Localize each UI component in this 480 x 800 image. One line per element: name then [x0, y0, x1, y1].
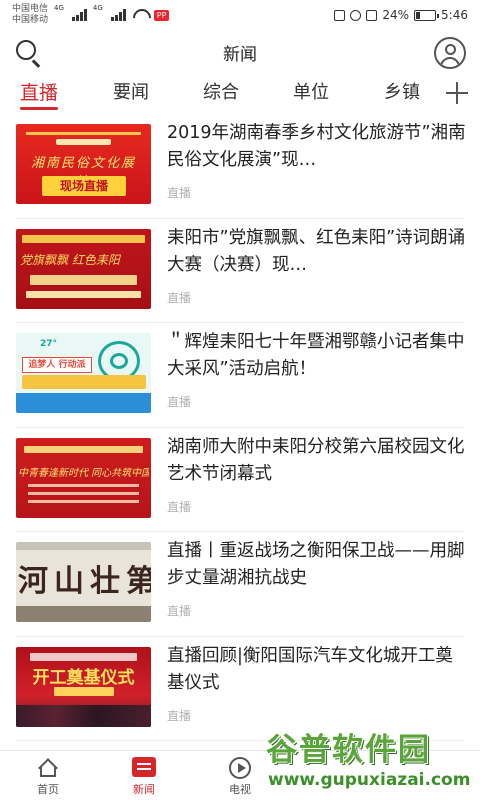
news-icon	[132, 757, 156, 777]
news-category: 直播	[167, 604, 192, 618]
profile-button[interactable]	[434, 37, 466, 69]
battery-icon	[414, 9, 440, 21]
search-button[interactable]	[14, 38, 44, 68]
news-thumbnail: 湘南民俗文化展演 现场直播	[16, 124, 151, 204]
bottom-nav: 首页 新闻 电视	[0, 750, 480, 800]
news-category: 直播	[167, 290, 192, 305]
nav-label: 新闻	[133, 783, 155, 796]
carrier-labels: 中国电信 中国移动	[12, 4, 48, 26]
news-title[interactable]: 耒阳市”党旗飘飘、红色耒阳”诗词朗诵大赛（决赛）现…	[167, 225, 467, 279]
tab-live[interactable]: 直播	[20, 74, 59, 114]
nav-home[interactable]: 首页	[0, 751, 96, 800]
net-tag-2: 4G	[92, 4, 103, 12]
search-icon	[16, 40, 36, 60]
list-item[interactable]: 湘南民俗文化展演 现场直播 2019年湖南春季乡村文化旅游节”湘南民俗文化展演”…	[16, 114, 467, 219]
nav-news[interactable]: 新闻	[96, 751, 192, 800]
news-category: 直播	[167, 395, 192, 409]
news-title[interactable]: 2019年湖南春季乡村文化旅游节”湘南民俗文化展演”现…	[167, 120, 467, 174]
add-tab-icon[interactable]	[446, 82, 468, 104]
battery-percent: 24%	[382, 8, 410, 22]
thumbnail-text: 开工奠基仪式	[32, 667, 135, 688]
net-tag-1: 4G	[54, 4, 64, 12]
list-item[interactable]: 27° 追梦人 行动派 ＂辉煌耒阳七十年暨湘鄂赣小记者集中大采风”活动启航！ 直…	[16, 323, 467, 428]
app-header: 新闻	[0, 30, 480, 74]
carrier-2: 中国移动	[12, 15, 49, 25]
news-thumbnail: 党旗飘飘 红色耒阳	[16, 228, 151, 309]
user-icon	[445, 44, 456, 55]
tab-headlines[interactable]: 要闻	[113, 74, 149, 114]
news-category: 直播	[167, 499, 192, 514]
thumbnail-text: 中青春逢新时代 同心共筑中国梦	[18, 467, 149, 479]
thumbnail-text: 河山壮第	[18, 564, 151, 599]
news-title[interactable]: 直播回顾|衡阳国际汽车文化城开工奠基仪式	[167, 643, 467, 697]
carrier-1: 中国电信	[12, 4, 49, 14]
news-title[interactable]: 直播丨重返战场之衡阳保卫战——用脚步丈量湖湘抗战史	[167, 538, 467, 592]
news-thumbnail: 中青春逢新时代 同心共筑中国梦	[16, 437, 151, 518]
news-thumbnail: 河山壮第	[16, 542, 151, 622]
list-item[interactable]: 河山壮第 直播丨重返战场之衡阳保卫战——用脚步丈量湖湘抗战史 直播	[16, 532, 467, 637]
wifi-icon	[132, 9, 148, 21]
thumbnail-badge: 追梦人 行动派	[22, 357, 92, 373]
news-title[interactable]: ＂辉煌耒阳七十年暨湘鄂赣小记者集中大采风”活动启航！	[167, 329, 467, 383]
live-badge: 现场直播	[42, 176, 126, 196]
list-item[interactable]: 中青春逢新时代 同心共筑中国梦 湖南师大附中耒阳分校第六届校园文化艺术节闭幕式 …	[16, 428, 467, 532]
clock: 5:46	[441, 8, 468, 22]
list-item[interactable]: 党旗飘飘 红色耒阳 耒阳市”党旗飘飘、红色耒阳”诗词朗诵大赛（决赛）现… 直播	[16, 219, 467, 323]
signal-icon	[110, 9, 126, 21]
home-icon	[36, 757, 60, 778]
vibrate-icon	[366, 9, 378, 21]
thumbnail-text: 党旗飘飘 红色耒阳	[20, 252, 120, 267]
app-badge: PP	[153, 9, 170, 21]
nfc-icon	[334, 9, 346, 21]
nav-label: 电视	[229, 783, 251, 796]
nav-label: 首页	[37, 783, 59, 796]
list-item[interactable]: 开工奠基仪式 直播回顾|衡阳国际汽车文化城开工奠基仪式 直播	[16, 637, 467, 741]
signal-icon	[71, 9, 87, 21]
tab-towns[interactable]: 乡镇	[384, 74, 420, 114]
app-screen: 中国电信 中国移动 4G 4G PP 24% 5:46 新闻 直播 要闻 综合 …	[0, 0, 480, 800]
nav-tv[interactable]: 电视	[192, 751, 288, 800]
news-thumbnail: 27° 追梦人 行动派	[16, 333, 151, 413]
category-tabs: 直播 要闻 综合 单位 乡镇	[0, 74, 480, 114]
news-title[interactable]: 湖南师大附中耒阳分校第六届校园文化艺术节闭幕式	[167, 434, 467, 488]
status-bar: 中国电信 中国移动 4G 4G PP 24% 5:46	[0, 0, 480, 30]
news-category: 直播	[167, 186, 192, 200]
tv-icon	[229, 757, 251, 779]
news-category: 直播	[167, 708, 192, 723]
alarm-icon	[350, 9, 362, 21]
news-feed: 湘南民俗文化展演 现场直播 2019年湖南春季乡村文化旅游节”湘南民俗文化展演”…	[0, 114, 480, 750]
tab-general[interactable]: 综合	[203, 74, 239, 114]
thumbnail-number: 27°	[40, 339, 58, 349]
news-thumbnail: 开工奠基仪式	[16, 646, 151, 727]
tab-units[interactable]: 单位	[293, 74, 329, 114]
page-title: 新闻	[223, 44, 257, 65]
